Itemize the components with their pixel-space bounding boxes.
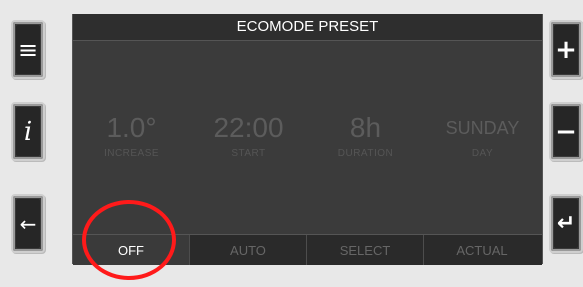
minus-button[interactable]: −	[549, 102, 583, 161]
enter-icon: ↵	[556, 210, 576, 236]
increase-label: INCREASE	[103, 148, 160, 159]
minus-icon: −	[555, 116, 577, 147]
menu-button[interactable]: ≡	[11, 20, 45, 79]
tab-select[interactable]: SELECT	[307, 235, 424, 265]
start-setting[interactable]: 22:00 START	[190, 110, 307, 159]
back-button[interactable]: ←	[11, 194, 45, 253]
info-icon: i	[23, 116, 33, 147]
enter-button[interactable]: ↵	[549, 194, 583, 253]
preset-values: 1.0° INCREASE 22:00 START 8h DURATION SU…	[73, 110, 542, 170]
tab-auto[interactable]: AUTO	[190, 235, 307, 265]
plus-icon: +	[555, 34, 577, 65]
day-value: SUNDAY	[445, 118, 520, 138]
duration-setting[interactable]: 8h DURATION	[307, 110, 424, 159]
highlight-circle	[82, 200, 176, 280]
arrow-left-icon: ←	[19, 211, 37, 236]
duration-value: 8h	[349, 112, 382, 143]
info-button[interactable]: i	[11, 102, 45, 161]
tab-actual[interactable]: ACTUAL	[424, 235, 540, 265]
plus-button[interactable]: +	[549, 20, 583, 79]
menu-icon: ≡	[17, 35, 39, 64]
increase-value: 1.0°	[106, 112, 157, 143]
increase-setting[interactable]: 1.0° INCREASE	[73, 110, 190, 159]
day-label: DAY	[471, 148, 494, 159]
start-label: START	[231, 148, 266, 159]
start-value: 22:00	[213, 112, 284, 143]
duration-label: DURATION	[337, 148, 394, 159]
screen-title: ECOMODE PRESET	[73, 14, 542, 41]
day-setting[interactable]: SUNDAY DAY	[424, 110, 541, 159]
